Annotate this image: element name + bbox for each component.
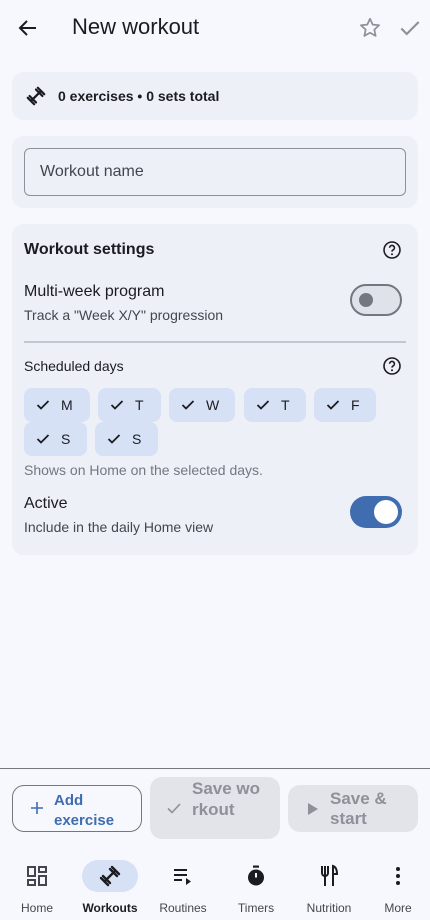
check-icon [110,400,124,410]
toggle-knob [374,500,398,524]
plus-icon [31,802,43,814]
check-icon [167,803,181,814]
nav-item-routines[interactable]: Routines [146,850,220,920]
favorite-button[interactable] [357,15,383,41]
day-chip-label: S [61,431,71,447]
save-and-start-label: Save & start [330,789,387,828]
check-icon [181,400,195,410]
multi-week-toggle[interactable] [350,284,402,316]
play-icon [308,803,318,815]
day-chip-thursday[interactable]: T [244,388,306,422]
check-icon [326,400,340,410]
day-chip-saturday[interactable]: S [24,422,87,456]
nav-label: More [384,901,412,915]
save-workout-label: Save workout [192,779,261,819]
summary-text: 0 exercises • 0 sets total [58,88,220,104]
scheduled-days-hint: Shows on Home on the selected days. [24,462,263,478]
app-bar: New workout [0,0,430,56]
day-chip-label: T [281,397,290,413]
restaurant-icon [321,864,339,886]
nav-label: Nutrition [306,901,352,915]
day-chip-wednesday[interactable]: W [169,388,235,422]
bottom-navigation: Home Workouts Routines Timers Nutrition … [0,850,430,920]
nav-label: Timers [237,901,275,915]
scheduled-days-title: Scheduled days [24,358,124,374]
settings-title: Workout settings [24,241,155,258]
nav-item-nutrition[interactable]: Nutrition [292,850,366,920]
help-icon[interactable] [382,240,402,260]
day-chip-friday[interactable]: F [314,388,376,422]
active-title: Active [24,495,68,512]
check-icon [36,434,50,444]
multi-week-subtitle: Track a "Week X/Y" progression [24,307,224,323]
check-icon [256,400,270,410]
nav-item-workouts[interactable]: Workouts [73,850,147,920]
save-and-start-button[interactable]: Save & start [288,785,418,832]
add-exercise-button[interactable]: Add exercise [12,785,142,832]
dashboard-icon [27,866,47,886]
multi-week-title: Multi-week program [24,283,165,300]
nav-item-home[interactable]: Home [0,850,74,920]
divider [0,768,430,769]
day-chip-label: T [135,397,144,413]
check-icon [107,434,121,444]
day-chip-label: W [206,397,220,413]
workout-name-card [12,136,418,208]
divider [24,341,406,343]
nav-item-timers[interactable]: Timers [219,850,293,920]
nav-label: Routines [159,901,207,915]
day-chip-monday[interactable]: M [24,388,90,422]
help-icon[interactable] [382,356,402,376]
day-chip-label: M [61,397,73,413]
workout-settings-card: Workout settings Multi-week program Trac… [12,224,418,555]
check-icon [400,21,420,36]
star-outline-icon [360,17,380,37]
active-subtitle: Include in the daily Home view [24,519,214,535]
confirm-button[interactable] [397,15,423,41]
fitness-icon [99,865,121,887]
back-button[interactable] [14,14,42,42]
day-chip-label: F [351,397,360,413]
fitness-icon [26,86,46,106]
playlist-play-icon [174,869,191,885]
page-title: New workout [72,14,200,39]
toggle-knob [359,293,373,307]
nav-label: Workouts [82,901,138,915]
add-exercise-label: Add exercise [54,792,115,829]
save-workout-button[interactable]: Save workout [150,777,280,839]
timer-icon [248,865,264,886]
day-chip-sunday[interactable]: S [95,422,158,456]
day-chip-label: S [132,431,142,447]
day-chip-tuesday[interactable]: T [98,388,161,422]
workout-name-input[interactable] [24,148,406,196]
workout-summary-card: 0 exercises • 0 sets total [12,72,418,120]
check-icon [36,400,50,410]
active-toggle[interactable] [350,496,402,528]
arrow-back-icon [18,20,36,36]
nav-label: Home [20,901,53,915]
more-vert-icon [396,867,400,885]
nav-item-more[interactable]: More [361,850,430,920]
